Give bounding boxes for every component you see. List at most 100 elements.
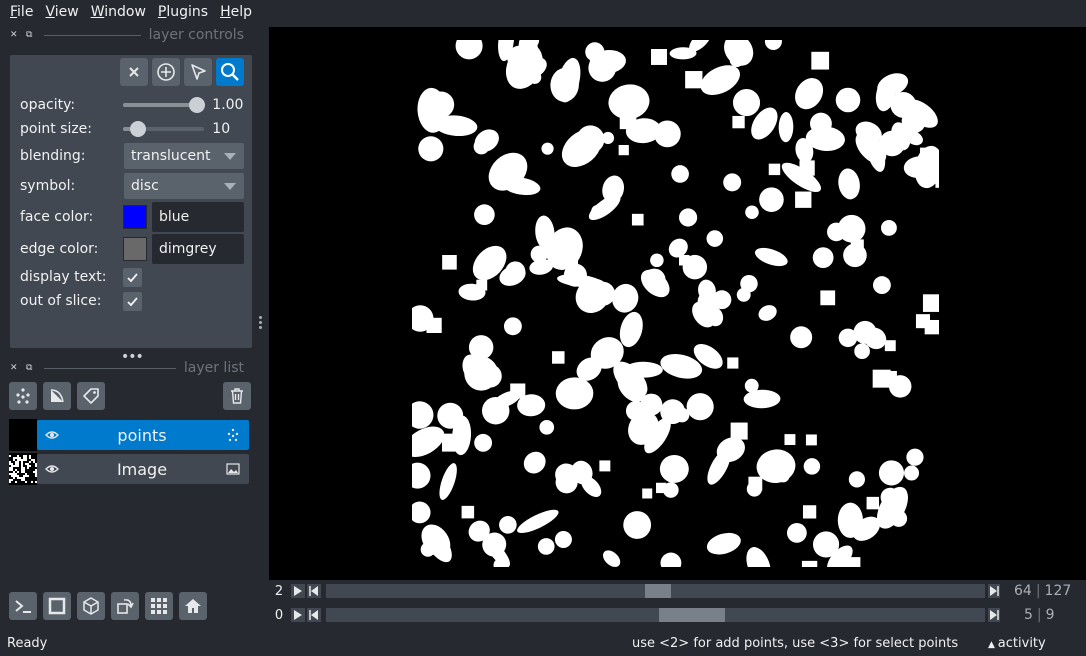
step-back-button[interactable] bbox=[307, 608, 321, 622]
viewer-canvas[interactable] bbox=[269, 27, 1086, 580]
point-size-value: 10 bbox=[212, 121, 231, 137]
display-text-label: display text: bbox=[20, 269, 107, 285]
out-of-slice-label: out of slice: bbox=[20, 293, 102, 309]
play-button[interactable] bbox=[291, 608, 305, 622]
rotate-icon bbox=[117, 599, 134, 614]
activity-label: activity bbox=[997, 635, 1046, 651]
new-shapes-layer-button[interactable] bbox=[43, 382, 71, 410]
axis-label[interactable]: 2 bbox=[269, 584, 289, 599]
step-back-button[interactable] bbox=[307, 584, 321, 598]
panel-splitter-handle[interactable] bbox=[259, 316, 263, 331]
layer-controls-titlebar: ✕ ⧉ layer controls bbox=[10, 27, 250, 43]
step-forward-button[interactable] bbox=[988, 608, 1000, 622]
out-of-slice-checkbox[interactable] bbox=[123, 292, 142, 311]
close-icon bbox=[129, 67, 139, 77]
dock-float-icon[interactable]: ⧉ bbox=[26, 363, 36, 373]
cube-icon bbox=[83, 597, 99, 615]
grid-view-button[interactable] bbox=[145, 592, 173, 620]
delete-layer-button[interactable] bbox=[223, 382, 251, 410]
point-size-label: point size: bbox=[20, 121, 93, 137]
point-size-slider[interactable] bbox=[123, 121, 205, 137]
dock-close-icon[interactable]: ✕ bbox=[10, 30, 20, 40]
status-message: Ready bbox=[7, 635, 48, 651]
select-arrow-icon bbox=[191, 64, 206, 80]
checkmark-icon bbox=[127, 297, 138, 307]
face-color-label: face color: bbox=[20, 209, 94, 225]
menu-window[interactable]: Window bbox=[85, 4, 152, 20]
step-forward-button[interactable] bbox=[988, 584, 1000, 598]
layer-row-body[interactable]: points bbox=[37, 420, 249, 450]
layer-list-titlebar: ✕ ⧉ layer list bbox=[10, 360, 250, 376]
chevron-down-icon bbox=[224, 153, 236, 160]
symbol-label: symbol: bbox=[20, 178, 76, 194]
dim-separator: | bbox=[1036, 607, 1042, 623]
play-icon bbox=[294, 610, 302, 620]
menu-view[interactable]: View bbox=[39, 4, 84, 20]
viewer-buttons bbox=[9, 592, 207, 620]
skip-forward-icon bbox=[988, 584, 1000, 598]
skip-back-icon bbox=[309, 610, 318, 620]
layer-name[interactable]: points bbox=[77, 426, 207, 445]
home-icon bbox=[185, 599, 201, 613]
opacity-slider-knob[interactable] bbox=[189, 97, 206, 113]
layer-list-title: layer list bbox=[183, 360, 244, 376]
console-button[interactable] bbox=[9, 592, 37, 620]
dim-separator: | bbox=[1035, 583, 1041, 599]
layer-row-body[interactable]: Image bbox=[37, 454, 249, 484]
dim-position-readout: 64 | 127 bbox=[1014, 583, 1071, 599]
dim-slider-track[interactable] bbox=[326, 584, 985, 598]
point-size-slider-knob[interactable] bbox=[129, 121, 146, 137]
dim-current[interactable]: 5 bbox=[1024, 607, 1033, 623]
new-points-layer-button[interactable] bbox=[9, 382, 37, 410]
add-points-button[interactable] bbox=[152, 58, 180, 86]
blending-dropdown[interactable]: translucent bbox=[124, 143, 244, 169]
status-hint: use <2> for add points, use <3> for sele… bbox=[632, 635, 959, 651]
delete-selected-points-button[interactable] bbox=[120, 58, 148, 86]
new-labels-layer-button[interactable] bbox=[77, 382, 105, 410]
play-button[interactable] bbox=[291, 584, 305, 598]
trash-icon bbox=[231, 388, 243, 404]
axis-label[interactable]: 0 bbox=[269, 608, 289, 623]
edge-color-swatch[interactable] bbox=[123, 237, 147, 261]
eye-icon[interactable] bbox=[45, 462, 59, 476]
layer-row-image[interactable]: Image bbox=[9, 453, 249, 485]
status-bar: Ready use <2> for add points, use <3> fo… bbox=[0, 630, 1086, 656]
edge-color-value: dimgrey bbox=[159, 241, 217, 257]
dim-slider-thumb[interactable] bbox=[658, 608, 725, 622]
transpose-button[interactable] bbox=[111, 592, 139, 620]
opacity-slider[interactable] bbox=[123, 97, 206, 113]
dim-slider-thumb[interactable] bbox=[645, 584, 672, 598]
home-button[interactable] bbox=[179, 592, 207, 620]
caret-up-icon: ▲ bbox=[988, 639, 998, 650]
layer-row-points[interactable]: points bbox=[9, 419, 249, 451]
symbol-dropdown[interactable]: disc bbox=[124, 173, 244, 199]
pan-zoom-button[interactable] bbox=[216, 58, 244, 86]
square-icon bbox=[48, 597, 66, 615]
blending-value: translucent bbox=[131, 148, 211, 164]
display-text-checkbox[interactable] bbox=[123, 268, 142, 287]
select-points-button[interactable] bbox=[184, 58, 212, 86]
dims-slider-axis-0: 0 5 | 9 bbox=[269, 605, 1086, 625]
ndisplay-button[interactable] bbox=[43, 592, 71, 620]
dim-slider-track[interactable] bbox=[326, 608, 985, 622]
image-thumbnail bbox=[9, 453, 37, 485]
eye-icon[interactable] bbox=[45, 428, 59, 442]
opacity-row: opacity: 1.00 bbox=[20, 92, 244, 118]
roll-dims-button[interactable] bbox=[77, 592, 105, 620]
activity-button[interactable]: ▲ activity bbox=[988, 636, 1046, 651]
shapes-icon bbox=[50, 389, 64, 403]
menu-file[interactable]: File bbox=[4, 4, 39, 20]
dock-close-icon[interactable]: ✕ bbox=[10, 363, 20, 373]
face-color-field[interactable]: blue bbox=[152, 202, 244, 232]
dims-slider-axis-2: 2 64 | 127 bbox=[269, 581, 1086, 601]
face-color-swatch[interactable] bbox=[123, 205, 147, 229]
image-layer-render bbox=[412, 40, 939, 567]
menu-help[interactable]: Help bbox=[214, 4, 258, 20]
dock-float-icon[interactable]: ⧉ bbox=[26, 30, 36, 40]
layer-name[interactable]: Image bbox=[77, 460, 207, 479]
dim-current[interactable]: 64 bbox=[1014, 583, 1032, 599]
menu-plugins[interactable]: Plugins bbox=[152, 4, 214, 20]
dock-title-rule bbox=[44, 367, 176, 369]
edge-color-field[interactable]: dimgrey bbox=[152, 234, 244, 264]
face-color-value: blue bbox=[159, 209, 190, 225]
